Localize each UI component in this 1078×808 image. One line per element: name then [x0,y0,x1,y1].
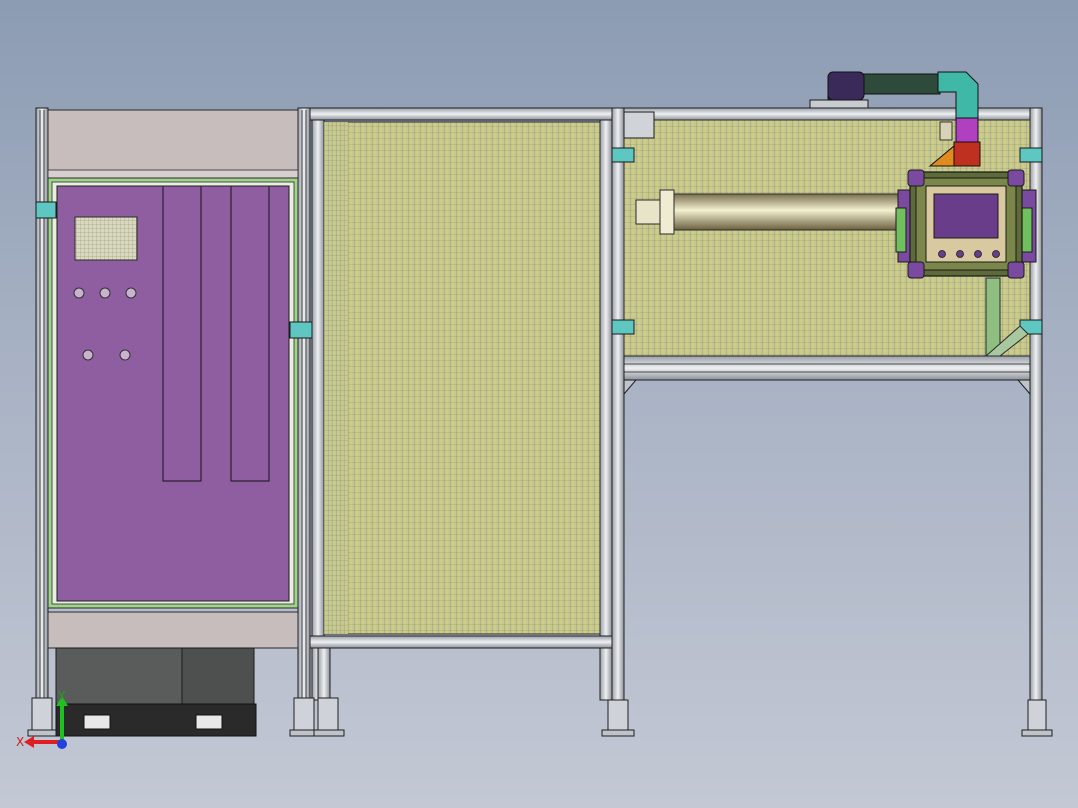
cabinet-button-2 [99,287,111,299]
robot-cell-frame [607,71,1047,733]
cabinet-button-5 [119,349,131,361]
cabinet-button-4 [82,349,94,361]
mesh-left-post [311,119,325,701]
cabinet-display [74,216,138,261]
hmi-button [956,250,964,258]
cabinet-button-3 [125,287,137,299]
hmi-button [974,250,982,258]
cabinet-bottom-panel [47,611,299,649]
bracket-icon [611,147,635,163]
hmi-support-column [985,277,1001,357]
bracket-icon [611,319,635,335]
cabinet-right-post [297,107,311,701]
operator-hmi-panel [895,169,1037,279]
cabinet-button-1 [73,287,85,299]
cabinet-left-post [35,107,49,701]
y-axis-label: Y [57,689,66,703]
safety-mesh-panel [309,107,613,701]
mesh-grid [323,121,601,635]
x-axis-label: X [16,735,24,749]
bracket-icon [35,201,57,219]
hmi-screen [933,193,999,239]
mesh-right-post [599,119,613,701]
hmi-button [938,250,946,258]
hmi-button [992,250,1000,258]
cell-left-post [611,107,625,701]
cad-viewport: X Y [16,71,1053,749]
bracket-icon [1019,147,1043,163]
cell-cross-rail [623,355,1031,381]
mesh-bottom-rail [309,635,613,649]
hmi-arm-tube [659,193,911,231]
electrical-cabinet [35,107,323,737]
cabinet-top-panel [47,109,299,177]
mesh-top-rail [309,107,613,121]
